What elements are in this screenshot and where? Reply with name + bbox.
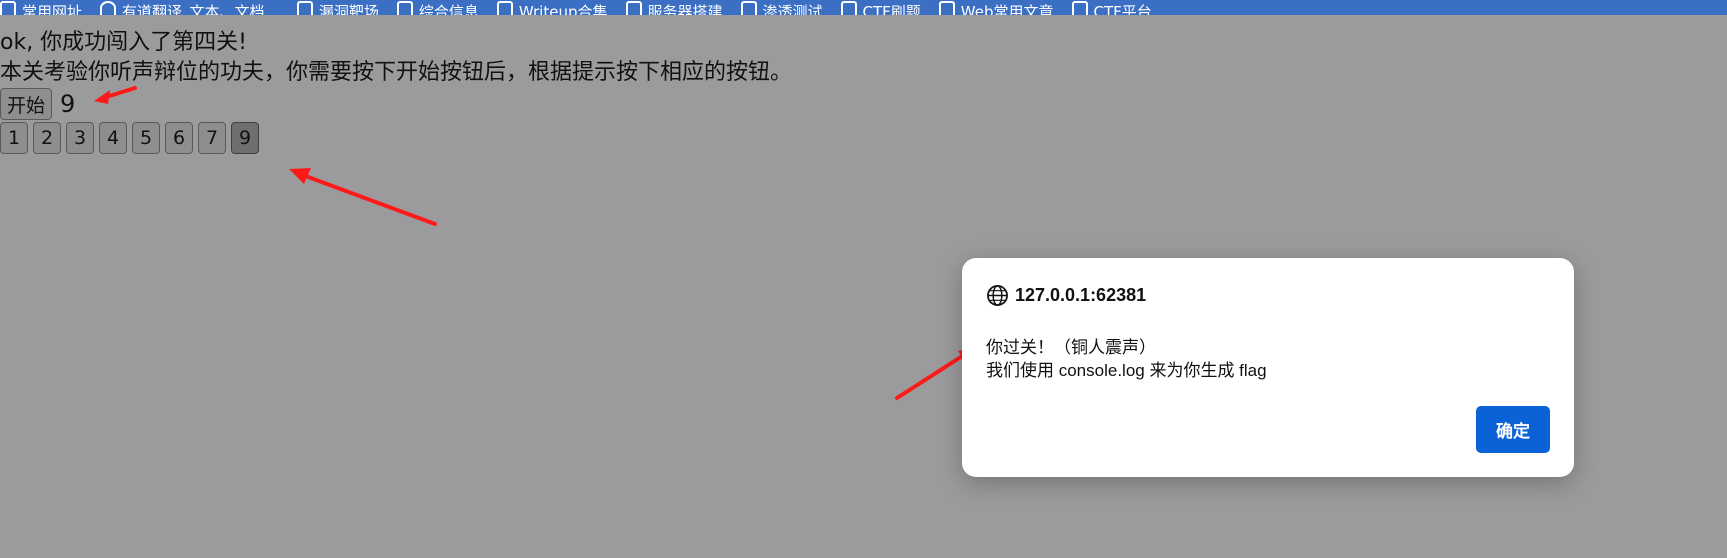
dialog-message: 你过关！（铜人震声） 我们使用 console.log 来为你生成 flag xyxy=(986,336,1267,382)
folder-icon xyxy=(496,1,513,15)
level-instructions: 本关考验你听声辩位的功夫，你需要按下开始按钮后，根据提示按下相应的按钮。 xyxy=(0,60,793,85)
number-button-6[interactable]: 6 xyxy=(165,122,193,154)
bookmark-server[interactable]: 服务器搭建 xyxy=(625,0,723,15)
number-buttons: 1 2 3 4 5 6 7 9 xyxy=(0,122,792,154)
bookmark-web-articles[interactable]: Web常用文章 xyxy=(938,0,1054,15)
level-page: ok, 你成功闯入了第四关! 本关考验你听声辩位的功夫，你需要按下开始按钮后，根… xyxy=(0,28,792,154)
folder-icon xyxy=(1071,1,1088,15)
folder-icon xyxy=(296,1,313,15)
number-button-9[interactable]: 9 xyxy=(231,122,259,154)
folder-icon xyxy=(840,1,857,15)
globe-icon xyxy=(100,1,117,15)
bookmark-vuln-range[interactable]: 漏洞靶场 xyxy=(296,0,379,15)
hint-value: 9 xyxy=(60,90,76,118)
folder-icon xyxy=(740,1,757,15)
number-button-2[interactable]: 2 xyxy=(33,122,61,154)
start-button[interactable]: 开始 xyxy=(0,88,53,120)
bookmark-pentest[interactable]: 渗透测试 xyxy=(740,0,823,15)
number-button-3[interactable]: 3 xyxy=(66,122,94,154)
bookmark-ctf-platform[interactable]: CTF平台 xyxy=(1071,0,1152,15)
folder-icon xyxy=(0,1,16,15)
number-button-1[interactable]: 1 xyxy=(0,122,28,154)
bookmarks-bar: 常用网址 有道翻译_文本、文档... 漏洞靶场 综合信息 Writeup合集 服… xyxy=(0,0,1727,15)
number-button-4[interactable]: 4 xyxy=(99,122,127,154)
globe-icon xyxy=(987,285,1008,306)
ok-button[interactable]: 确定 xyxy=(1476,406,1550,453)
bookmark-youdao[interactable]: 有道翻译_文本、文档... xyxy=(100,0,279,15)
dialog-message-line1: 你过关！（铜人震声） xyxy=(986,338,1156,357)
bookmark-ctf[interactable]: CTF刷题 xyxy=(840,0,921,15)
bookmark-common[interactable]: 常用网址 xyxy=(0,0,82,15)
alert-dialog: 127.0.0.1:62381 你过关！（铜人震声） 我们使用 console.… xyxy=(962,258,1574,477)
arrow-to-button-9 xyxy=(289,168,437,226)
dialog-message-line2: 我们使用 console.log 来为你生成 flag xyxy=(986,361,1267,380)
folder-icon xyxy=(396,1,413,15)
bookmark-info[interactable]: 综合信息 xyxy=(396,0,479,15)
dialog-origin: 127.0.0.1:62381 xyxy=(986,284,1146,307)
number-button-7[interactable]: 7 xyxy=(198,122,226,154)
bookmark-writeup[interactable]: Writeup合集 xyxy=(496,0,608,15)
dialog-origin-text: 127.0.0.1:62381 xyxy=(1015,285,1147,305)
number-button-5[interactable]: 5 xyxy=(132,122,160,154)
level-heading: ok, 你成功闯入了第四关! xyxy=(0,30,248,55)
folder-icon xyxy=(938,1,955,15)
folder-icon xyxy=(625,1,642,15)
